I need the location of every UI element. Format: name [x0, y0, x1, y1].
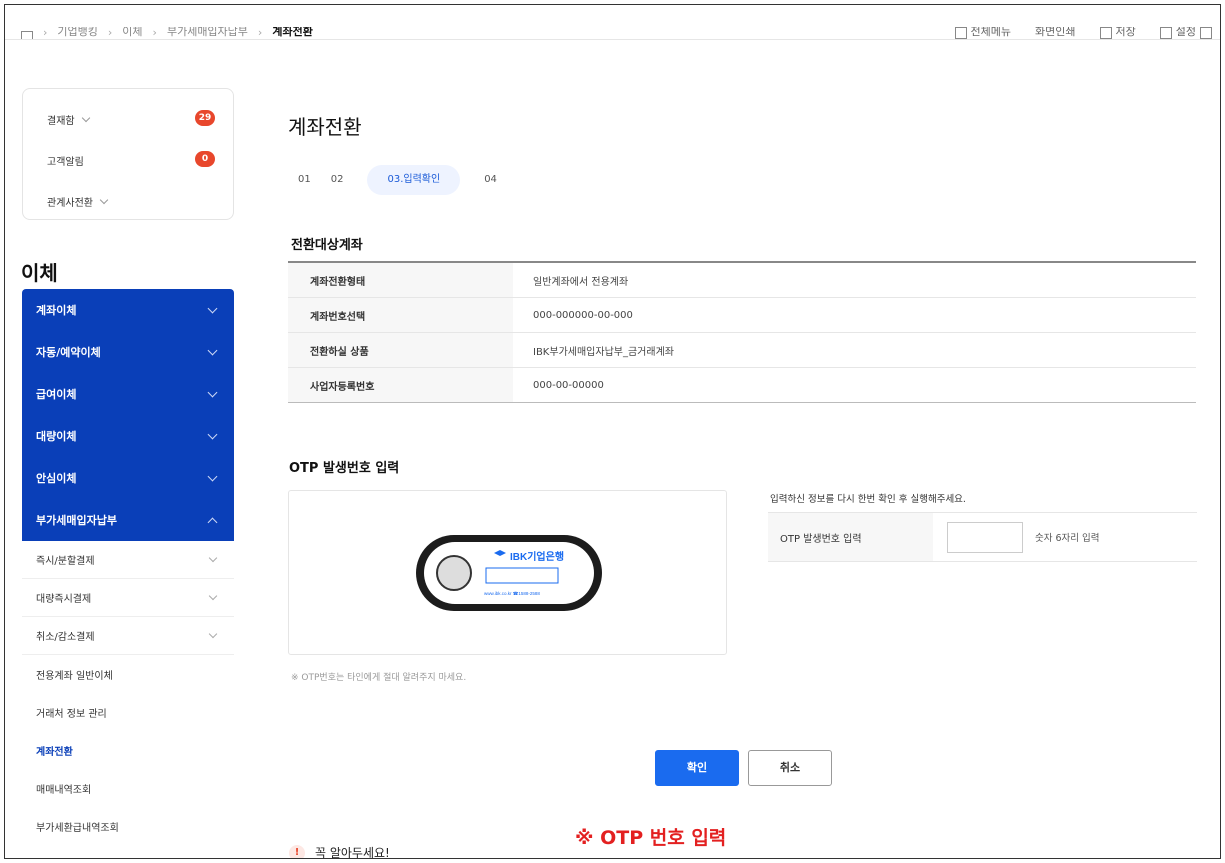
- table-key: 전환하실 상품: [288, 333, 513, 367]
- breadcrumb-item[interactable]: 기업뱅킹: [57, 27, 97, 39]
- utility-links: 전체메뉴 화면인쇄 저장 설정: [954, 27, 1212, 39]
- table-row: 사업자등록번호 000-00-00000: [288, 368, 1196, 403]
- table-row: 전환하실 상품 IBK부가세매입자납부_금거래계좌: [288, 333, 1196, 368]
- table-value: IBK부가세매입자납부_금거래계좌: [533, 346, 674, 358]
- sidebar-subitem-dedicated-transfer[interactable]: 전용계좌 일반이체: [22, 655, 234, 693]
- customer-alert-link[interactable]: 고객알림: [47, 153, 84, 168]
- step-indicator: 01 02 03.입력확인 04: [288, 165, 507, 195]
- chevron-down-icon: [208, 553, 218, 562]
- table-value: 000-000000-00-000: [533, 309, 633, 321]
- cancel-button[interactable]: 취소: [748, 750, 832, 786]
- otp-input[interactable]: [947, 521, 1023, 553]
- confirm-button[interactable]: 확인: [655, 750, 739, 786]
- approval-count-badge: 29: [195, 110, 215, 126]
- otp-device-panel: IBK기업은행 www.ibk.co.kr ☎1588-2588: [288, 490, 727, 655]
- table-key: 사업자등록번호: [288, 368, 513, 402]
- page-title: 계좌전환: [288, 115, 362, 139]
- side-summary-box: 결재함 29 고객알림 0 관계사전환: [22, 88, 234, 220]
- annotation-label: ※ OTP 번호 입력: [575, 827, 727, 849]
- sidebar-item-vat-payment[interactable]: 부가세매입자납부: [22, 499, 234, 541]
- step-3-current: 03.입력확인: [367, 165, 461, 195]
- star-icon: [1099, 27, 1112, 39]
- top-bar: › 기업뱅킹 › 이체 › 부가세매입자납부 › 계좌전환 전체메뉴 화면인쇄 …: [5, 5, 1220, 55]
- print-link[interactable]: 화면인쇄: [1035, 27, 1075, 39]
- sidebar-item-auto-transfer[interactable]: 자동/예약이체: [22, 331, 234, 373]
- section-title: 전환대상계좌: [291, 238, 363, 253]
- affiliate-switch-link[interactable]: 관계사전환: [47, 194, 109, 209]
- plus-icon: [1159, 27, 1172, 39]
- breadcrumb-item[interactable]: 부가세매입자납부: [167, 27, 248, 39]
- breadcrumb-item[interactable]: 이체: [122, 27, 142, 39]
- home-icon[interactable]: [21, 31, 33, 39]
- chevron-down-icon: [99, 195, 109, 204]
- otp-field-label: OTP 발생번호 입력: [768, 513, 933, 561]
- sidebar-item-account-transfer[interactable]: 계좌이체: [22, 289, 234, 331]
- notice-label: 꼭 알아두세요!: [315, 846, 390, 859]
- browser-frame: › 기업뱅킹 › 이체 › 부가세매입자납부 › 계좌전환 전체메뉴 화면인쇄 …: [4, 4, 1221, 859]
- table-value: 일반계좌에서 전용계좌: [533, 276, 629, 288]
- chevron-down-icon: [207, 345, 218, 355]
- menu-icon: [954, 27, 967, 39]
- otp-device-icon: IBK기업은행 www.ibk.co.kr ☎1588-2588: [416, 535, 602, 611]
- chevron-down-icon: [207, 387, 218, 397]
- otp-device-footer: www.ibk.co.kr ☎1588-2588: [484, 591, 540, 596]
- exclamation-icon: !: [289, 844, 305, 858]
- save-link[interactable]: 저장: [1099, 27, 1136, 39]
- settings-link[interactable]: 설정: [1159, 27, 1212, 39]
- chevron-down-icon: [208, 629, 218, 638]
- sidebar-subitem-cancel-payment[interactable]: 취소/감소결제: [22, 617, 234, 655]
- sidebar-title: 이체: [21, 261, 58, 285]
- top-divider: [5, 39, 1220, 40]
- breadcrumb-separator: ›: [107, 27, 113, 39]
- sidebar-main-group: 계좌이체 자동/예약이체 급여이체 대량이체 안심이체 부가세매입자납부: [22, 289, 234, 541]
- step-1: 01: [298, 174, 311, 185]
- chevron-down-icon: [208, 591, 218, 600]
- breadcrumb-separator: ›: [43, 27, 48, 39]
- otp-warning-note: ※ OTP번호는 타인에게 절대 알려주지 마세요.: [291, 673, 467, 683]
- sidebar-subitem-account-switch[interactable]: 계좌전환: [22, 731, 234, 769]
- breadcrumb-separator: ›: [257, 27, 263, 39]
- otp-input-hint: 숫자 6자리 입력: [1035, 533, 1100, 544]
- breadcrumb-current: 계좌전환: [272, 27, 313, 38]
- breadcrumb-separator: ›: [152, 27, 157, 39]
- customer-alert-badge: 0: [195, 151, 215, 167]
- sidebar-item-bulk-transfer[interactable]: 대량이체: [22, 415, 234, 457]
- chevron-down-icon: [207, 471, 218, 481]
- step-2: 02: [330, 174, 344, 185]
- table-key: 계좌전환형태: [288, 263, 513, 297]
- otp-device-brand: IBK기업은행: [510, 550, 564, 563]
- approval-link[interactable]: 결재함: [47, 112, 90, 127]
- notice-heading: ! 꼭 알아두세요!: [289, 844, 390, 859]
- chevron-down-icon: [207, 429, 218, 439]
- otp-section-title: OTP 발생번호 입력: [289, 461, 400, 476]
- chevron-up-icon: [207, 517, 218, 527]
- sidebar-subitem-client-info[interactable]: 거래처 정보 관리: [22, 693, 234, 731]
- otp-guide-text: 입력하신 정보를 다시 한번 확인 후 실행해주세요.: [770, 494, 966, 505]
- sidebar-menu: 계좌이체 자동/예약이체 급여이체 대량이체 안심이체 부가세매입자납부 즉시/…: [22, 289, 234, 845]
- sidebar-subitem-vat-refund-history[interactable]: 부가세환급내역조회: [22, 807, 234, 845]
- account-info-table: 계좌전환형태 일반계좌에서 전용계좌 계좌번호선택 000-000000-00-…: [288, 261, 1196, 403]
- sidebar-subitem-bulk-instant-payment[interactable]: 대량즉시결제: [22, 579, 234, 617]
- expand-icon: [1200, 27, 1212, 39]
- otp-input-row: OTP 발생번호 입력 숫자 6자리 입력: [768, 512, 1197, 562]
- sidebar-subitem-instant-payment[interactable]: 즉시/분할결제: [22, 541, 234, 579]
- table-row: 계좌전환형태 일반계좌에서 전용계좌: [288, 263, 1196, 298]
- chevron-down-icon: [81, 113, 90, 122]
- chevron-down-icon: [207, 303, 218, 313]
- sidebar-subitem-trade-history[interactable]: 매매내역조회: [22, 769, 234, 807]
- step-4: 04: [484, 174, 497, 185]
- sidebar-item-safe-transfer[interactable]: 안심이체: [22, 457, 234, 499]
- full-menu-link[interactable]: 전체메뉴: [954, 27, 1011, 39]
- table-key: 계좌번호선택: [288, 298, 513, 332]
- sidebar-item-salary-transfer[interactable]: 급여이체: [22, 373, 234, 415]
- table-value: 000-00-00000: [533, 379, 604, 391]
- breadcrumb: › 기업뱅킹 › 이체 › 부가세매입자납부 › 계좌전환: [21, 27, 313, 39]
- table-row: 계좌번호선택 000-000000-00-000: [288, 298, 1196, 333]
